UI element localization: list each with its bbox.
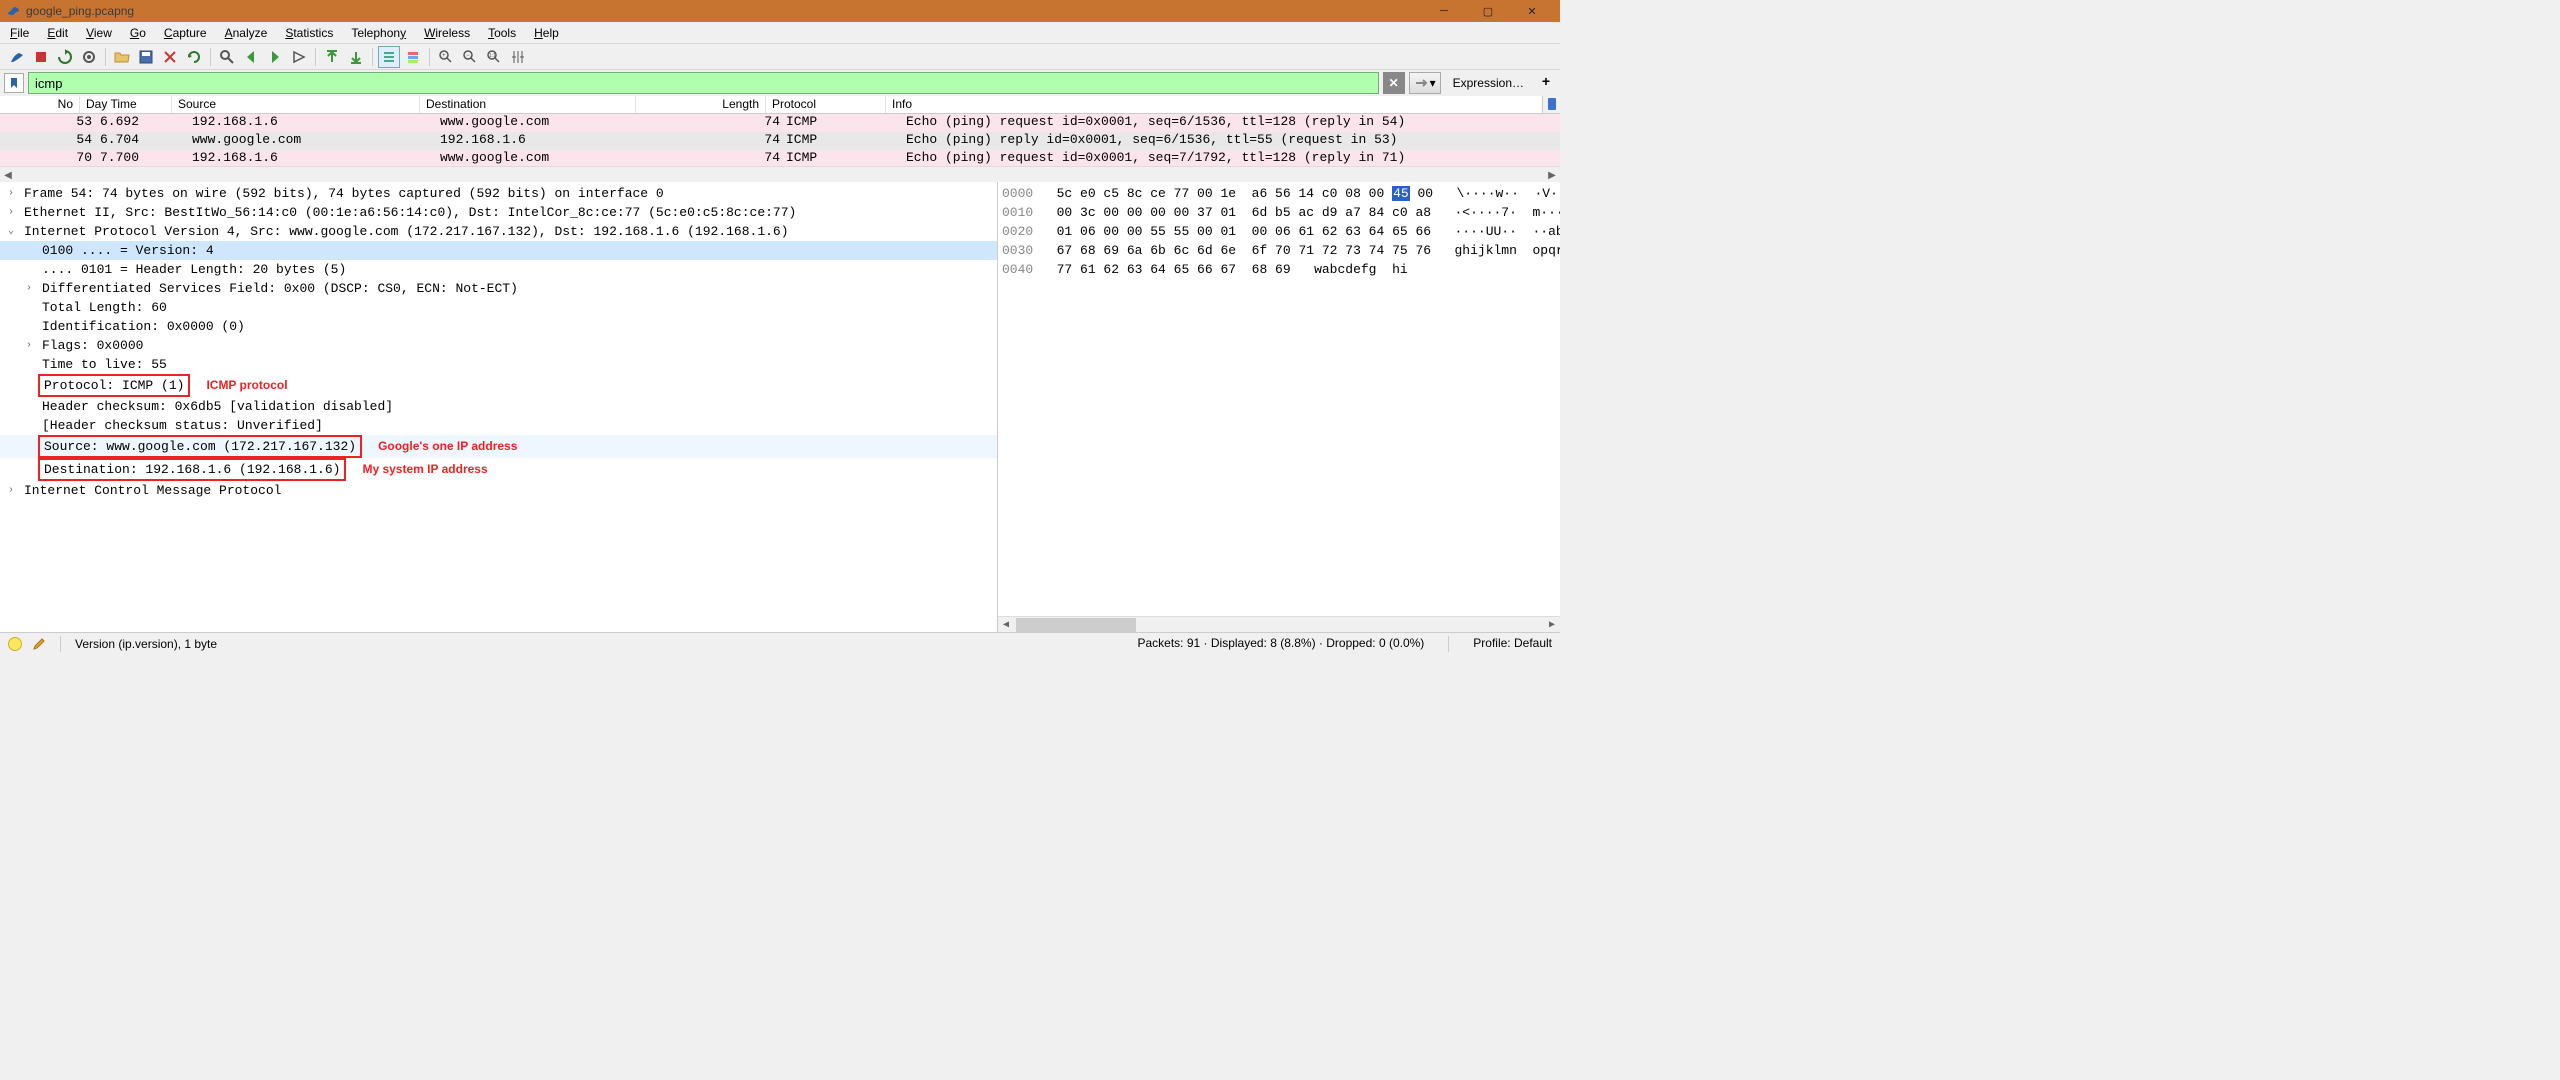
- detail-ip-checksum[interactable]: Header checksum: 0x6db5 [validation disa…: [0, 397, 997, 416]
- clear-filter-icon[interactable]: ✕: [1383, 72, 1405, 94]
- packet-list-header: No Day Time Source Destination Length Pr…: [0, 96, 1560, 114]
- hex-row[interactable]: 0030 67 68 69 6a 6b 6c 6d 6e 6f 70 71 72…: [1002, 241, 1556, 260]
- col-length[interactable]: Length: [636, 96, 766, 113]
- menu-view[interactable]: View: [86, 26, 112, 40]
- resize-columns-icon[interactable]: [507, 46, 529, 68]
- detail-ip-dsf[interactable]: ›Differentiated Services Field: 0x00 (DS…: [0, 279, 997, 298]
- col-no[interactable]: No: [0, 96, 80, 113]
- go-back-icon[interactable]: [240, 46, 262, 68]
- menu-analyze[interactable]: Analyze: [225, 26, 268, 40]
- detail-ip-ident[interactable]: Identification: 0x0000 (0): [0, 317, 997, 336]
- toolbar: + − 1:1: [0, 44, 1560, 70]
- detail-icmp[interactable]: ›Internet Control Message Protocol: [0, 481, 997, 500]
- go-last-icon[interactable]: [345, 46, 367, 68]
- status-profile[interactable]: Profile: Default: [1473, 636, 1552, 652]
- detail-ip-checksum-status[interactable]: [Header checksum status: Unverified]: [0, 416, 997, 435]
- hex-pane[interactable]: 0000 5c e0 c5 8c ce 77 00 1e a6 56 14 c0…: [998, 182, 1560, 632]
- packet-row[interactable]: 536.692192.168.1.6www.google.com74ICMPEc…: [0, 114, 1560, 132]
- expression-button[interactable]: Expression…: [1445, 76, 1532, 90]
- maximize-button[interactable]: ▢: [1466, 0, 1510, 22]
- menu-capture[interactable]: Capture: [164, 26, 207, 40]
- zoom-in-icon[interactable]: +: [435, 46, 457, 68]
- add-filter-button[interactable]: +: [1536, 73, 1556, 93]
- packet-details-pane[interactable]: ›Frame 54: 74 bytes on wire (592 bits), …: [0, 182, 998, 632]
- zoom-reset-icon[interactable]: 1:1: [483, 46, 505, 68]
- restart-capture-icon[interactable]: [54, 46, 76, 68]
- hex-row[interactable]: 0000 5c e0 c5 8c ce 77 00 1e a6 56 14 c0…: [1002, 184, 1556, 203]
- colorize-icon[interactable]: [402, 46, 424, 68]
- display-filter-input[interactable]: [28, 72, 1379, 94]
- menu-statistics[interactable]: Statistics: [285, 26, 333, 40]
- menu-edit[interactable]: Edit: [47, 26, 68, 40]
- detail-ip-totallen[interactable]: Total Length: 60: [0, 298, 997, 317]
- detail-ip-flags[interactable]: ›Flags: 0x0000: [0, 336, 997, 355]
- detail-ip[interactable]: ⌄Internet Protocol Version 4, Src: www.g…: [0, 222, 997, 241]
- menu-file[interactable]: File: [10, 26, 29, 40]
- menu-go[interactable]: Go: [130, 26, 146, 40]
- col-destination[interactable]: Destination: [420, 96, 636, 113]
- go-to-packet-icon[interactable]: [288, 46, 310, 68]
- menu-telephony[interactable]: Telephony: [351, 26, 406, 40]
- menu-tools[interactable]: Tools: [488, 26, 516, 40]
- col-protocol[interactable]: Protocol: [766, 96, 886, 113]
- close-button[interactable]: ✕: [1510, 0, 1554, 22]
- zoom-out-icon[interactable]: −: [459, 46, 481, 68]
- autoscroll-icon[interactable]: [378, 46, 400, 68]
- expert-info-icon[interactable]: [8, 637, 22, 651]
- annotation-google-ip: Google's one IP address: [378, 439, 517, 453]
- hex-row[interactable]: 0020 01 06 00 00 55 55 00 01 00 06 61 62…: [1002, 222, 1556, 241]
- app-icon: [6, 4, 20, 18]
- hex-row[interactable]: 0010 00 3c 00 00 00 00 37 01 6d b5 ac d9…: [1002, 203, 1556, 222]
- go-first-icon[interactable]: [321, 46, 343, 68]
- open-file-icon[interactable]: [111, 46, 133, 68]
- close-file-icon[interactable]: [159, 46, 181, 68]
- detail-ethernet[interactable]: ›Ethernet II, Src: BestItWo_56:14:c0 (00…: [0, 203, 997, 222]
- svg-text:−: −: [466, 53, 470, 59]
- detail-ip-ttl[interactable]: Time to live: 55: [0, 355, 997, 374]
- start-capture-icon[interactable]: [6, 46, 28, 68]
- minimize-button[interactable]: ─: [1422, 0, 1466, 22]
- window-title: google_ping.pcapng: [26, 4, 134, 18]
- detail-ip-destination[interactable]: Destination: 192.168.1.6 (192.168.1.6)My…: [0, 458, 997, 481]
- apply-filter-button[interactable]: ▾: [1409, 72, 1441, 94]
- save-file-icon[interactable]: [135, 46, 157, 68]
- detail-ip-source[interactable]: Source: www.google.com (172.217.167.132)…: [0, 435, 997, 458]
- go-forward-icon[interactable]: [264, 46, 286, 68]
- col-info[interactable]: Info: [886, 96, 1560, 113]
- status-packets: Packets: 91 · Displayed: 8 (8.8%) · Drop…: [1138, 636, 1425, 652]
- packet-list[interactable]: 536.692192.168.1.6www.google.com74ICMPEc…: [0, 114, 1560, 166]
- col-time[interactable]: Day Time: [80, 96, 172, 113]
- titlebar: google_ping.pcapng ─ ▢ ✕: [0, 0, 1560, 22]
- col-source[interactable]: Source: [172, 96, 420, 113]
- packet-row[interactable]: 546.704www.google.com192.168.1.674ICMPEc…: [0, 132, 1560, 150]
- detail-ip-version[interactable]: 0100 .... = Version: 4: [0, 241, 997, 260]
- detail-ip-protocol[interactable]: Protocol: ICMP (1)ICMP protocol: [0, 374, 997, 397]
- menu-wireless[interactable]: Wireless: [424, 26, 470, 40]
- packet-list-hscroll[interactable]: ◀ ▶: [0, 166, 1560, 182]
- detail-ip-hlen[interactable]: .... 0101 = Header Length: 20 bytes (5): [0, 260, 997, 279]
- packet-row[interactable]: 707.700192.168.1.6www.google.com74ICMPEc…: [0, 150, 1560, 166]
- svg-text:+: +: [442, 53, 446, 59]
- annotation-icmp-protocol: ICMP protocol: [206, 378, 287, 392]
- menubar: File Edit View Go Capture Analyze Statis…: [0, 22, 1560, 44]
- hex-row[interactable]: 0040 77 61 62 63 64 65 66 67 68 69 wabcd…: [1002, 260, 1556, 279]
- hex-hscroll[interactable]: ◀ ▶: [998, 616, 1560, 632]
- annotation-my-ip: My system IP address: [362, 462, 487, 476]
- reload-icon[interactable]: [183, 46, 205, 68]
- edit-icon[interactable]: [32, 637, 46, 651]
- statusbar: Version (ip.version), 1 byte Packets: 91…: [0, 632, 1560, 654]
- filter-bar: ✕ ▾ Expression… +: [0, 70, 1560, 96]
- status-field: Version (ip.version), 1 byte: [75, 637, 217, 651]
- capture-options-icon[interactable]: [78, 46, 100, 68]
- menu-help[interactable]: Help: [534, 26, 559, 40]
- bookmark-filter-icon[interactable]: [4, 73, 24, 93]
- svg-text:1:1: 1:1: [489, 53, 496, 59]
- find-icon[interactable]: [216, 46, 238, 68]
- stop-capture-icon[interactable]: [30, 46, 52, 68]
- detail-frame[interactable]: ›Frame 54: 74 bytes on wire (592 bits), …: [0, 184, 997, 203]
